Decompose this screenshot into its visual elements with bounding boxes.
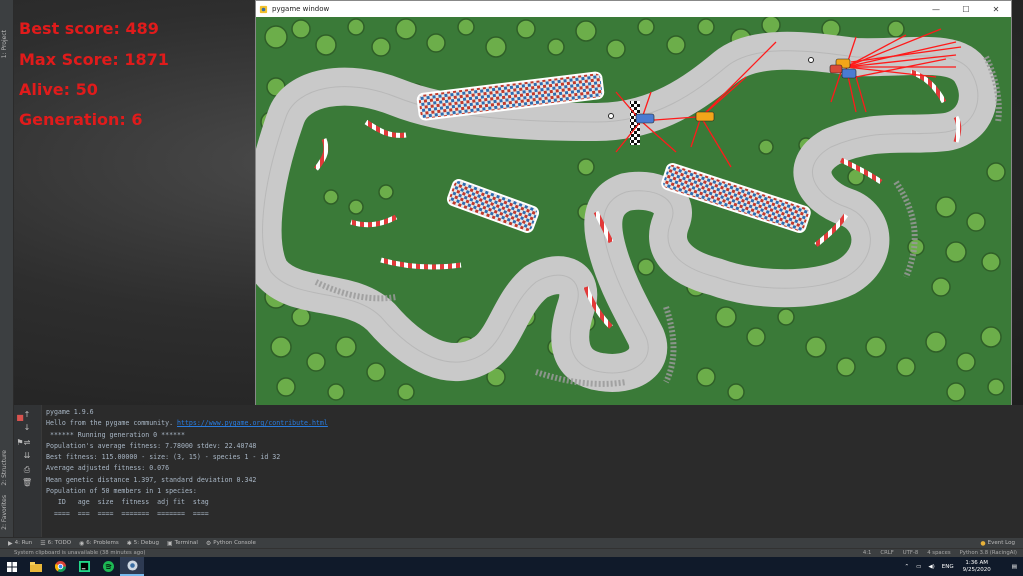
car-blue: [635, 113, 655, 124]
race-track-canvas: [256, 17, 1011, 405]
console-line: Best fitness: 115.00000 - size: (3, 15) …: [46, 453, 281, 462]
window-titlebar[interactable]: pygame window — ☐ ✕: [256, 1, 1011, 17]
car-orange: [695, 111, 715, 122]
file-explorer-button[interactable]: [24, 557, 48, 576]
console-line: Population's average fitness: 7.78000 st…: [46, 441, 257, 450]
maximize-button[interactable]: ☐: [951, 5, 981, 14]
todo-icon: ☰: [40, 539, 46, 547]
best-score-label: Best score: 489: [19, 19, 159, 38]
max-score-label: Max Score: 1871: [19, 50, 169, 69]
contribute-link[interactable]: https://www.pygame.org/contribute.html: [177, 419, 328, 427]
python-icon: ⚙: [205, 539, 212, 547]
volume-icon[interactable]: ◀): [928, 564, 934, 570]
clock-time: 1:36 AM: [965, 559, 988, 566]
network-icon[interactable]: ▭: [916, 564, 921, 570]
console-line: Population of 50 members in 1 species:: [46, 487, 197, 496]
windows-taskbar: ⌃ ▭ ◀) ENG 1:36 AM 9/25/2020 ▤: [0, 557, 1023, 576]
generation-label: Generation: 6: [19, 110, 143, 129]
spotify-button[interactable]: [96, 557, 120, 576]
car-red: [829, 64, 843, 74]
event-log-icon: ●: [980, 539, 986, 547]
spotify-icon: [102, 561, 114, 572]
structure-tab[interactable]: 2: Structure: [1, 450, 13, 486]
todo-tab[interactable]: ☰ 6: TODO: [40, 540, 71, 547]
favorites-tab[interactable]: 2: Favorites: [1, 495, 13, 530]
tool-window-bar: ▶ 4: Run ☰ 6: TODO ◉ 6: Problems ✱ 5: Debug …: [0, 537, 1023, 548]
window-title: pygame window: [272, 5, 330, 13]
pygame-window: pygame window — ☐ ✕: [255, 0, 1012, 405]
print-icon[interactable]: ⎙: [22, 465, 32, 475]
chevron-up-icon[interactable]: ⌃: [905, 564, 910, 570]
alive-count-label: Alive: 50: [19, 80, 98, 99]
run-icon: ▶: [8, 539, 13, 547]
minimize-button[interactable]: —: [921, 5, 951, 14]
console-line: ==== === ==== ======= ======= ====: [46, 509, 209, 518]
status-bar: System clipboard is unavailable (38 minu…: [0, 548, 1023, 557]
problems-tab[interactable]: ◉ 6: Problems: [79, 540, 119, 547]
start-button[interactable]: [0, 557, 24, 576]
chrome-icon: [54, 561, 66, 572]
python-app-button[interactable]: [120, 557, 144, 576]
problems-icon: ◉: [79, 539, 85, 547]
console-gutter: ↑ ↓ ■ ⇌ ⇊ ⚑ ⎙ 🗑: [14, 405, 42, 537]
race-track-scene: [256, 17, 1006, 402]
console-line: ****** Running generation 0 ******: [46, 430, 185, 439]
terminal-tab[interactable]: ▣ Terminal: [167, 540, 198, 547]
stop-icon[interactable]: ■: [15, 413, 25, 423]
console-line: Hello from the pygame community. https:/…: [46, 419, 328, 428]
event-log-tab[interactable]: ● Event Log: [980, 540, 1015, 547]
pycharm-button[interactable]: [72, 557, 96, 576]
race-track: [256, 31, 997, 392]
ide-left-tool-strip: 1: Project 2: Structure 2: Favorites: [0, 0, 14, 548]
windows-logo-icon: [7, 561, 17, 572]
pygame-logo-icon: [259, 5, 268, 13]
indent-setting[interactable]: 4 spaces: [927, 550, 950, 556]
notifications-icon[interactable]: ▤: [1012, 564, 1017, 570]
car-blue-2: [841, 68, 857, 79]
status-message[interactable]: System clipboard is unavailable (38 minu…: [14, 550, 145, 556]
debug-icon: ✱: [126, 539, 132, 547]
clock-date: 9/25/2020: [962, 566, 991, 573]
project-tab[interactable]: 1: Project: [1, 30, 13, 58]
chrome-button[interactable]: [48, 557, 72, 576]
line-separator[interactable]: CRLF: [880, 550, 893, 556]
pin-icon[interactable]: ⚑: [15, 438, 25, 448]
terminal-icon: ▣: [166, 539, 173, 547]
language-indicator[interactable]: ENG: [942, 564, 954, 570]
system-tray: ⌃ ▭ ◀) ENG 1:36 AM 9/25/2020 ▤: [898, 560, 1023, 574]
scroll-down-icon[interactable]: ↓: [22, 423, 32, 433]
folder-icon: [30, 561, 42, 572]
pycharm-icon: [78, 561, 90, 572]
file-encoding[interactable]: UTF-8: [903, 550, 918, 556]
console-line: pygame 1.9.6: [46, 408, 94, 416]
clock[interactable]: 1:36 AM 9/25/2020: [963, 560, 991, 574]
debug-tab[interactable]: ✱ 5: Debug: [127, 540, 159, 547]
run-console: ↑ ↓ ■ ⇌ ⇊ ⚑ ⎙ 🗑 pygame 1.9.6 Hello from t…: [14, 405, 1023, 537]
python-icon: [126, 560, 138, 571]
python-console-tab[interactable]: ⚙ Python Console: [206, 540, 256, 547]
console-output: pygame 1.9.6 Hello from the pygame commun…: [46, 407, 328, 520]
run-tab[interactable]: ▶ 4: Run: [8, 540, 32, 547]
console-line: Mean genetic distance 1.397, standard de…: [46, 475, 257, 484]
scroll-end-icon[interactable]: ⇊: [22, 451, 32, 461]
trash-icon[interactable]: 🗑: [22, 478, 32, 488]
caret-position[interactable]: 4:1: [863, 550, 872, 556]
console-line: Average adjusted fitness: 0.076: [46, 464, 170, 473]
python-interpreter[interactable]: Python 3.8 (RacingAI): [960, 550, 1017, 556]
console-line: ID age size fitness adj fit stag: [46, 498, 209, 507]
close-button[interactable]: ✕: [981, 5, 1011, 14]
